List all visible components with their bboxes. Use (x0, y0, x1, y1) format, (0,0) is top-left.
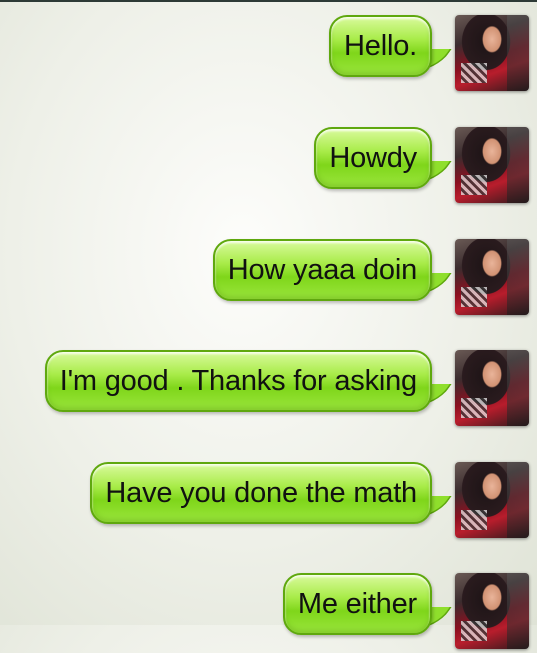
message-thread[interactable]: Hello. Howdy How yaaa doin I'm good . Th… (0, 0, 537, 649)
avatar[interactable] (455, 573, 529, 649)
message-bubble[interactable]: How yaaa doin (212, 239, 432, 301)
avatar[interactable] (455, 350, 529, 426)
message-bubble[interactable]: Have you done the math (90, 462, 432, 524)
message-row: Have you done the math (0, 462, 537, 542)
message-bubble[interactable]: Hello. (329, 15, 432, 77)
message-row: Hello. (0, 15, 537, 95)
message-bubble[interactable]: Howdy (314, 127, 432, 189)
message-row: Me either (0, 573, 537, 653)
avatar[interactable] (455, 462, 529, 538)
avatar[interactable] (455, 127, 529, 203)
message-bubble[interactable]: Me either (282, 573, 432, 635)
message-row: How yaaa doin (0, 239, 537, 319)
message-row: Howdy (0, 127, 537, 207)
message-bubble[interactable]: I'm good . Thanks for asking (44, 350, 432, 412)
avatar[interactable] (455, 239, 529, 315)
message-row: I'm good . Thanks for asking (0, 350, 537, 430)
avatar[interactable] (455, 15, 529, 91)
